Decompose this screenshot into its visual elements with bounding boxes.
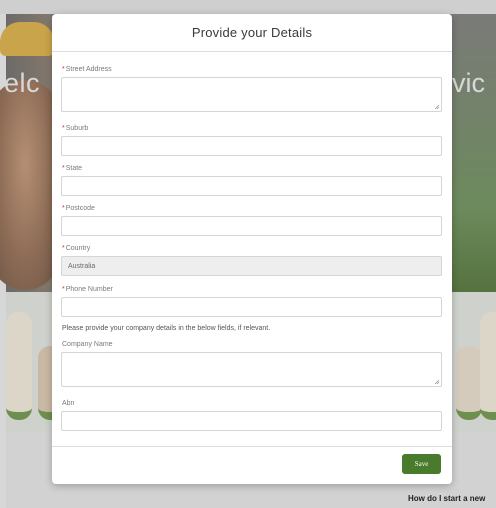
required-marker: * (62, 165, 65, 172)
faq-link[interactable]: How do I start a new (408, 494, 485, 503)
state-label: *State (62, 165, 83, 172)
suburb-input[interactable] (61, 136, 442, 156)
background-card (456, 346, 482, 420)
suburb-label: *Suburb (62, 125, 89, 132)
postcode-input[interactable] (61, 216, 442, 236)
country-value: Australia (68, 262, 96, 270)
abn-label: Abn (62, 400, 75, 407)
background-card (6, 312, 32, 420)
company-helper-text: Please provide your company details in t… (62, 325, 271, 332)
hero-right-image (452, 14, 496, 292)
postcode-label: *Postcode (62, 205, 95, 212)
required-marker: * (62, 205, 65, 212)
abn-input[interactable] (61, 411, 442, 431)
phone-number-input[interactable] (61, 297, 442, 317)
street-address-textarea[interactable] (61, 77, 442, 112)
save-button[interactable]: Save (402, 454, 441, 474)
resize-handle-icon[interactable] (434, 104, 440, 110)
background-card (480, 312, 496, 420)
country-field: Australia (61, 256, 442, 276)
required-marker: * (62, 66, 65, 73)
modal-title: Provide your Details (191, 25, 313, 40)
country-label: *Country (62, 245, 91, 252)
details-modal: Provide your Details *Street Address *Su… (52, 14, 452, 484)
background-topbar (0, 0, 496, 14)
hero-heading-right: vic (452, 68, 485, 98)
phone-number-label: *Phone Number (62, 286, 113, 293)
required-marker: * (62, 286, 65, 293)
resize-handle-icon[interactable] (434, 379, 440, 385)
street-address-label: *Street Address (62, 66, 112, 73)
modal-footer (52, 446, 452, 484)
hero-heading-left: elc (4, 68, 41, 98)
state-input[interactable] (61, 176, 442, 196)
hero-hat-image (0, 22, 54, 56)
hero-person-image (0, 80, 60, 290)
modal-header: Provide your Details (52, 14, 452, 52)
required-marker: * (62, 245, 65, 252)
company-name-label: Company Name (62, 341, 113, 348)
company-name-textarea[interactable] (61, 352, 442, 387)
required-marker: * (62, 125, 65, 132)
